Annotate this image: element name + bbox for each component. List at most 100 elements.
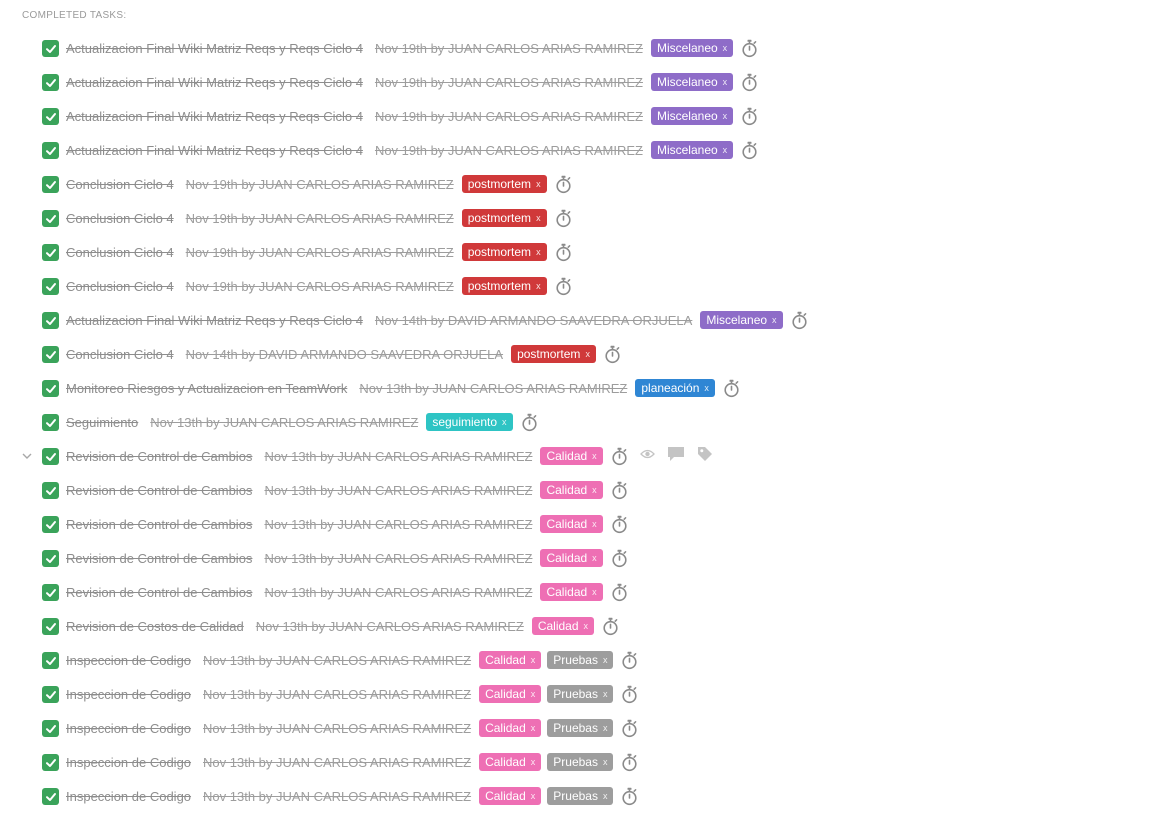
remove-tag-button[interactable]: x	[723, 111, 728, 121]
task-title[interactable]: Seguimiento	[66, 415, 138, 430]
task-title[interactable]: Revision de Control de Cambios	[66, 517, 252, 532]
stopwatch-icon[interactable]	[741, 73, 758, 92]
task-title[interactable]: Actualizacion Final Wiki Matriz Reqs y R…	[66, 41, 363, 56]
tag-badge[interactable]: postmortem x	[461, 277, 547, 295]
task-checkbox[interactable]	[42, 448, 59, 465]
remove-tag-button[interactable]: x	[536, 281, 541, 291]
stopwatch-icon[interactable]	[621, 651, 638, 670]
task-title[interactable]: Conclusion Ciclo 4	[66, 347, 174, 362]
comment-icon[interactable]	[667, 446, 685, 467]
task-checkbox[interactable]	[42, 142, 59, 159]
task-title[interactable]: Conclusion Ciclo 4	[66, 245, 174, 260]
task-title[interactable]: Conclusion Ciclo 4	[66, 177, 174, 192]
task-title[interactable]: Inspeccion de Codigo	[66, 687, 191, 702]
stopwatch-icon[interactable]	[611, 583, 628, 602]
tag-badge[interactable]: Miscelaneo x	[650, 107, 734, 125]
stopwatch-icon[interactable]	[791, 311, 808, 330]
task-title[interactable]: Actualizacion Final Wiki Matriz Reqs y R…	[66, 313, 363, 328]
chevron-down-icon[interactable]	[20, 449, 34, 463]
stopwatch-icon[interactable]	[621, 787, 638, 806]
task-checkbox[interactable]	[42, 312, 59, 329]
remove-tag-button[interactable]: x	[592, 485, 597, 495]
task-title[interactable]: Revision de Control de Cambios	[66, 585, 252, 600]
remove-tag-button[interactable]: x	[603, 757, 608, 767]
task-title[interactable]: Actualizacion Final Wiki Matriz Reqs y R…	[66, 109, 363, 124]
stopwatch-icon[interactable]	[611, 549, 628, 568]
task-title[interactable]: Inspeccion de Codigo	[66, 653, 191, 668]
tag-badge[interactable]: Pruebas x	[547, 753, 614, 771]
remove-tag-button[interactable]: x	[723, 43, 728, 53]
task-title[interactable]: Revision de Control de Cambios	[66, 551, 252, 566]
remove-tag-button[interactable]: x	[592, 587, 597, 597]
remove-tag-button[interactable]: x	[502, 417, 507, 427]
stopwatch-icon[interactable]	[555, 277, 572, 296]
tag-badge[interactable]: planeación x	[635, 379, 715, 397]
remove-tag-button[interactable]: x	[536, 179, 541, 189]
tag-badge[interactable]: Pruebas x	[547, 685, 614, 703]
task-title[interactable]: Conclusion Ciclo 4	[66, 279, 174, 294]
stopwatch-icon[interactable]	[621, 685, 638, 704]
tag-icon[interactable]	[697, 446, 713, 467]
stopwatch-icon[interactable]	[555, 209, 572, 228]
tag-badge[interactable]: Calidad x	[540, 481, 603, 499]
task-checkbox[interactable]	[42, 618, 59, 635]
remove-tag-button[interactable]: x	[584, 621, 589, 631]
task-checkbox[interactable]	[42, 74, 59, 91]
tag-badge[interactable]: Miscelaneo x	[700, 311, 783, 329]
remove-tag-button[interactable]: x	[531, 757, 536, 767]
tag-badge[interactable]: Calidad x	[479, 787, 542, 805]
task-checkbox[interactable]	[42, 380, 59, 397]
tag-badge[interactable]: Miscelaneo x	[650, 73, 734, 91]
remove-tag-button[interactable]: x	[531, 655, 536, 665]
stopwatch-icon[interactable]	[741, 39, 758, 58]
tag-badge[interactable]: seguimiento x	[426, 413, 513, 431]
task-checkbox[interactable]	[42, 584, 59, 601]
remove-tag-button[interactable]: x	[592, 451, 597, 461]
remove-tag-button[interactable]: x	[723, 145, 728, 155]
task-title[interactable]: Inspeccion de Codigo	[66, 755, 191, 770]
task-checkbox[interactable]	[42, 210, 59, 227]
task-title[interactable]: Revision de Costos de Calidad	[66, 619, 244, 634]
stopwatch-icon[interactable]	[521, 413, 538, 432]
remove-tag-button[interactable]: x	[531, 689, 536, 699]
tag-badge[interactable]: Calidad x	[479, 651, 542, 669]
tag-badge[interactable]: postmortem x	[511, 345, 596, 363]
task-checkbox[interactable]	[42, 482, 59, 499]
remove-tag-button[interactable]: x	[603, 689, 608, 699]
task-checkbox[interactable]	[42, 108, 59, 125]
tag-badge[interactable]: postmortem x	[461, 243, 547, 261]
stopwatch-icon[interactable]	[555, 175, 572, 194]
remove-tag-button[interactable]: x	[603, 791, 608, 801]
tag-badge[interactable]: Calidad x	[479, 685, 542, 703]
task-checkbox[interactable]	[42, 516, 59, 533]
task-title[interactable]: Actualizacion Final Wiki Matriz Reqs y R…	[66, 75, 363, 90]
tag-badge[interactable]: postmortem x	[461, 209, 547, 227]
remove-tag-button[interactable]: x	[723, 77, 728, 87]
task-checkbox[interactable]	[42, 346, 59, 363]
stopwatch-icon[interactable]	[723, 379, 740, 398]
remove-tag-button[interactable]: x	[536, 213, 541, 223]
tag-badge[interactable]: Calidad x	[479, 753, 542, 771]
tag-badge[interactable]: Pruebas x	[547, 651, 614, 669]
task-title[interactable]: Monitoreo Riesgos y Actualizacion en Tea…	[66, 381, 347, 396]
task-title[interactable]: Inspeccion de Codigo	[66, 721, 191, 736]
task-checkbox[interactable]	[42, 40, 59, 57]
remove-tag-button[interactable]: x	[531, 791, 536, 801]
remove-tag-button[interactable]: x	[592, 519, 597, 529]
remove-tag-button[interactable]: x	[531, 723, 536, 733]
tag-badge[interactable]: Calidad x	[531, 617, 595, 635]
task-checkbox[interactable]	[42, 244, 59, 261]
stopwatch-icon[interactable]	[611, 481, 628, 500]
task-checkbox[interactable]	[42, 686, 59, 703]
remove-tag-button[interactable]: x	[592, 553, 597, 563]
task-checkbox[interactable]	[42, 176, 59, 193]
task-title[interactable]: Conclusion Ciclo 4	[66, 211, 174, 226]
tag-badge[interactable]: Calidad x	[479, 719, 542, 737]
stopwatch-icon[interactable]	[621, 753, 638, 772]
tag-badge[interactable]: postmortem x	[461, 175, 547, 193]
stopwatch-icon[interactable]	[741, 141, 758, 160]
stopwatch-icon[interactable]	[611, 447, 628, 466]
eye-icon[interactable]	[639, 447, 655, 465]
stopwatch-icon[interactable]	[555, 243, 572, 262]
task-checkbox[interactable]	[42, 278, 59, 295]
